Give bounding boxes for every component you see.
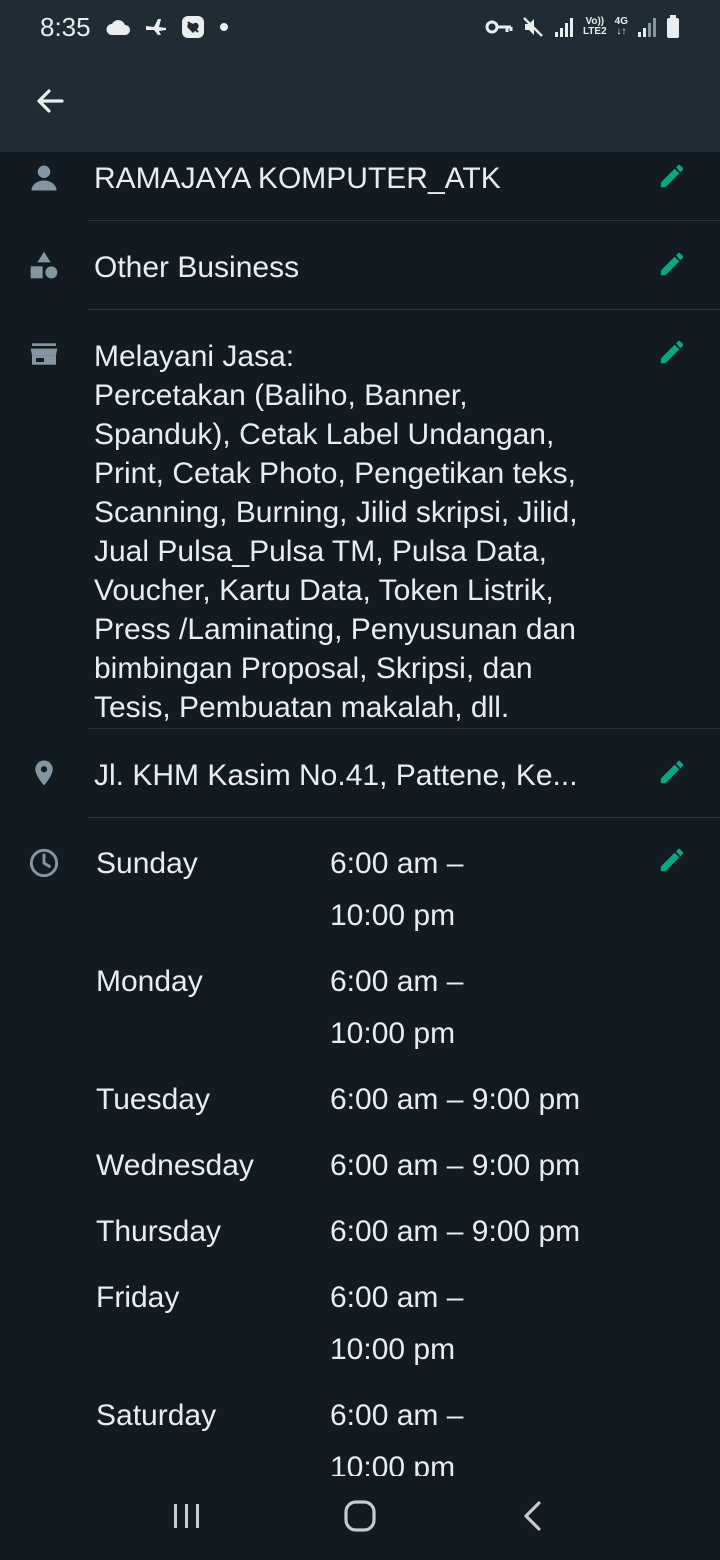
system-nav-bar <box>0 1476 720 1560</box>
recent-apps-icon <box>171 1501 203 1536</box>
cloud-icon <box>105 18 131 36</box>
hours-list: Sunday 6:00 am –10:00 pm Monday 6:00 am … <box>96 838 656 1476</box>
back-button[interactable] <box>30 83 70 123</box>
pencil-icon <box>657 161 687 196</box>
dot-icon <box>219 22 229 32</box>
business-address: Jl. KHM Kasim No.41, Pattene, Ke... <box>94 759 578 792</box>
vpn-key-icon <box>485 19 513 35</box>
edit-address-button[interactable] <box>654 756 690 792</box>
signal-icon <box>636 16 658 38</box>
back-icon <box>521 1499 545 1538</box>
business-description: Melayani Jasa: Percetakan (Baliho, Banne… <box>94 340 578 724</box>
hours-item: Sunday 6:00 am –10:00 pm <box>96 847 464 932</box>
hours-item: Thursday 6:00 am – 9:00 pm <box>96 1215 581 1248</box>
battery-icon <box>666 15 680 39</box>
pencil-icon <box>657 249 687 284</box>
description-row[interactable]: Melayani Jasa: Percetakan (Baliho, Banne… <box>0 310 720 728</box>
mute-icon <box>521 15 545 39</box>
signal-icon <box>553 16 575 38</box>
hours-item: Wednesday 6:00 am – 9:00 pm <box>96 1149 581 1182</box>
person-icon <box>28 162 60 194</box>
hours-item: Tuesday 6:00 am – 9:00 pm <box>96 1083 581 1116</box>
pencil-icon <box>657 757 687 792</box>
category-row[interactable]: Other Business <box>0 221 720 309</box>
shield-heart-icon <box>181 15 205 39</box>
pencil-icon <box>657 337 687 372</box>
clock-icon <box>28 847 60 879</box>
business-profile-content: RAMAJAYA KOMPUTER_ATK Other Business Mel… <box>0 152 720 1476</box>
recent-apps-button[interactable] <box>157 1488 217 1548</box>
business-category: Other Business <box>94 251 300 284</box>
system-back-button[interactable] <box>503 1488 563 1548</box>
edit-description-button[interactable] <box>654 336 690 372</box>
airplane-icon <box>145 18 167 36</box>
home-button[interactable] <box>330 1488 390 1548</box>
arrow-back-icon <box>34 85 66 122</box>
store-icon <box>28 338 60 370</box>
status-time: 8:35 <box>40 11 91 42</box>
edit-category-button[interactable] <box>654 248 690 284</box>
home-icon <box>343 1499 377 1538</box>
edit-hours-button[interactable] <box>654 844 690 880</box>
location-pin-icon <box>28 757 60 789</box>
business-name: RAMAJAYA KOMPUTER_ATK <box>94 162 501 195</box>
edit-name-button[interactable] <box>654 160 690 196</box>
pencil-icon <box>657 845 687 880</box>
app-bar <box>0 54 720 152</box>
address-row[interactable]: Jl. KHM Kasim No.41, Pattene, Ke... <box>0 729 720 817</box>
hours-item: Friday 6:00 am –10:00 pm <box>96 1281 464 1366</box>
status-bar: 8:35 Vo)) LTE2 4G ↓↑ <box>0 0 720 54</box>
network-type: 4G ↓↑ <box>614 16 628 37</box>
hours-item: Saturday 6:00 am –10:00 pm <box>96 1399 464 1476</box>
business-hours-row[interactable]: Sunday 6:00 am –10:00 pm Monday 6:00 am … <box>0 818 720 1476</box>
category-shapes-icon <box>28 249 60 281</box>
name-row[interactable]: RAMAJAYA KOMPUTER_ATK <box>0 152 720 220</box>
network-label: Vo)) LTE2 <box>582 16 607 37</box>
hours-item: Monday 6:00 am –10:00 pm <box>96 965 464 1050</box>
